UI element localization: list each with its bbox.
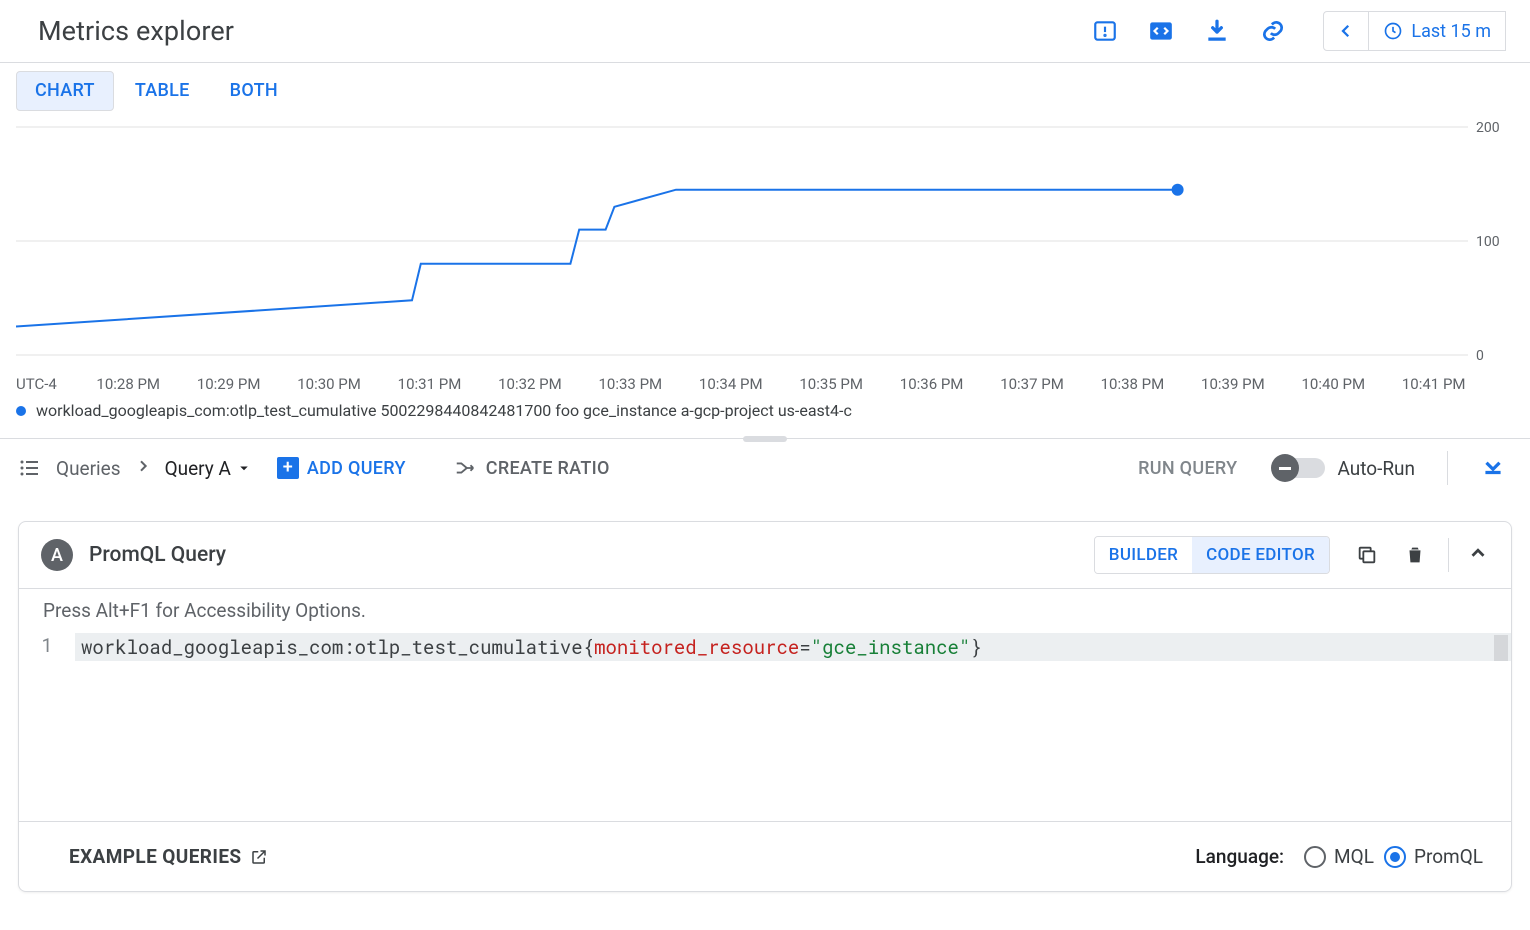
x-tick-label: 10:37 PM <box>982 375 1082 393</box>
code-token-brace: } <box>970 635 981 660</box>
add-query-button[interactable]: + ADD QUERY <box>277 457 406 479</box>
link-icon[interactable] <box>1259 17 1287 45</box>
x-tick-label: 10:41 PM <box>1383 375 1483 393</box>
divider <box>1448 538 1449 572</box>
collapse-card-button[interactable] <box>1467 542 1489 568</box>
view-tab-both[interactable]: BOTH <box>211 71 297 111</box>
code-line-content[interactable]: workload_googleapis_com:otlp_test_cumula… <box>75 633 1511 661</box>
view-tab-chart[interactable]: CHART <box>16 71 114 111</box>
radio-icon <box>1384 846 1406 868</box>
clock-icon <box>1383 21 1403 41</box>
code-token-brace: { <box>583 635 594 660</box>
radio-label: MQL <box>1334 845 1374 868</box>
external-link-icon <box>250 848 268 866</box>
editor-minimap[interactable] <box>1494 635 1508 661</box>
x-tick-label: 10:34 PM <box>681 375 781 393</box>
metrics-chart[interactable]: 200 100 0 <box>16 111 1514 371</box>
code-editor-mode-button[interactable]: CODE EDITOR <box>1192 537 1329 573</box>
chart-tz-label: UTC-4 <box>16 375 78 393</box>
collapse-all-button[interactable] <box>1480 453 1506 483</box>
code-token-key: monitored_resource <box>594 635 799 660</box>
chart-series-end-dot <box>1172 184 1184 196</box>
x-tick-label: 10:31 PM <box>379 375 479 393</box>
a11y-hint: Press Alt+F1 for Accessibility Options. <box>43 599 366 622</box>
create-ratio-label: CREATE RATIO <box>486 458 610 479</box>
delete-query-button[interactable] <box>1404 544 1426 566</box>
toggle-knob-icon <box>1271 454 1299 482</box>
panel-resize-handle[interactable] <box>0 438 1530 439</box>
x-tick-label: 10:32 PM <box>480 375 580 393</box>
chart-series-line <box>16 190 1178 327</box>
code-editor[interactable]: Press Alt+F1 for Accessibility Options. … <box>19 589 1511 821</box>
caret-down-icon <box>235 459 253 477</box>
x-tick-label: 10:28 PM <box>78 375 178 393</box>
language-radio-promql[interactable]: PromQL <box>1384 845 1483 868</box>
chart-grid <box>16 127 1468 355</box>
x-tick-label: 10:30 PM <box>279 375 379 393</box>
language-radio-mql[interactable]: MQL <box>1304 845 1374 868</box>
radio-icon <box>1304 846 1326 868</box>
announcement-icon[interactable] <box>1091 17 1119 45</box>
view-tab-table[interactable]: TABLE <box>116 71 209 111</box>
x-tick-label: 10:38 PM <box>1082 375 1182 393</box>
drag-handle-icon <box>743 436 787 442</box>
copy-query-button[interactable] <box>1356 544 1378 566</box>
chart-x-axis: UTC-4 10:28 PM 10:29 PM 10:30 PM 10:31 P… <box>0 371 1530 393</box>
add-query-label: ADD QUERY <box>307 458 406 479</box>
builder-mode-button[interactable]: BUILDER <box>1095 537 1192 573</box>
create-ratio-button[interactable]: CREATE RATIO <box>454 457 610 479</box>
current-query-dropdown[interactable]: Query A <box>165 457 253 480</box>
merge-icon <box>454 457 476 479</box>
run-query-button[interactable]: RUN QUERY <box>1138 458 1237 479</box>
language-label: Language: <box>1195 845 1284 868</box>
y-tick-label: 100 <box>1476 234 1500 250</box>
x-tick-label: 10:39 PM <box>1183 375 1283 393</box>
editor-mode-toggle: BUILDER CODE EDITOR <box>1094 536 1330 574</box>
code-icon[interactable] <box>1147 17 1175 45</box>
divider <box>1447 451 1448 485</box>
x-tick-label: 10:33 PM <box>580 375 680 393</box>
download-icon[interactable] <box>1203 17 1231 45</box>
legend-text: workload_googleapis_com:otlp_test_cumula… <box>36 401 852 420</box>
time-range-label: Last 15 m <box>1411 21 1491 42</box>
legend-swatch-icon <box>16 406 26 416</box>
x-tick-label: 10:35 PM <box>781 375 881 393</box>
radio-label: PromQL <box>1414 845 1483 868</box>
chart-legend[interactable]: workload_googleapis_com:otlp_test_cumula… <box>0 393 1530 432</box>
page-title: Metrics explorer <box>38 15 234 47</box>
chevron-right-icon <box>135 458 151 478</box>
query-card: A PromQL Query BUILDER CODE EDITOR Press… <box>18 521 1512 892</box>
current-query-label: Query A <box>165 457 231 480</box>
x-tick-label: 10:29 PM <box>178 375 278 393</box>
time-range-back-button[interactable] <box>1323 11 1369 51</box>
query-badge: A <box>41 539 73 571</box>
y-tick-label: 200 <box>1476 120 1500 136</box>
y-tick-label: 0 <box>1476 348 1484 364</box>
queries-list-icon[interactable] <box>18 456 42 480</box>
x-tick-label: 10:36 PM <box>881 375 981 393</box>
example-queries-link[interactable]: EXAMPLE QUERIES <box>69 845 268 868</box>
queries-breadcrumb-root[interactable]: Queries <box>56 457 121 480</box>
plus-icon: + <box>277 457 299 479</box>
code-token-metric: workload_googleapis_com:otlp_test_cumula… <box>81 635 583 660</box>
code-token-string: "gce_instance" <box>811 635 971 660</box>
auto-run-toggle[interactable] <box>1273 458 1325 478</box>
code-token-eq: = <box>799 635 810 660</box>
example-queries-label: EXAMPLE QUERIES <box>69 845 242 868</box>
x-tick-label: 10:40 PM <box>1283 375 1383 393</box>
time-range-picker[interactable]: Last 15 m <box>1369 11 1506 51</box>
query-card-title: PromQL Query <box>89 543 226 567</box>
auto-run-label: Auto-Run <box>1337 457 1415 480</box>
line-number: 1 <box>19 633 75 661</box>
